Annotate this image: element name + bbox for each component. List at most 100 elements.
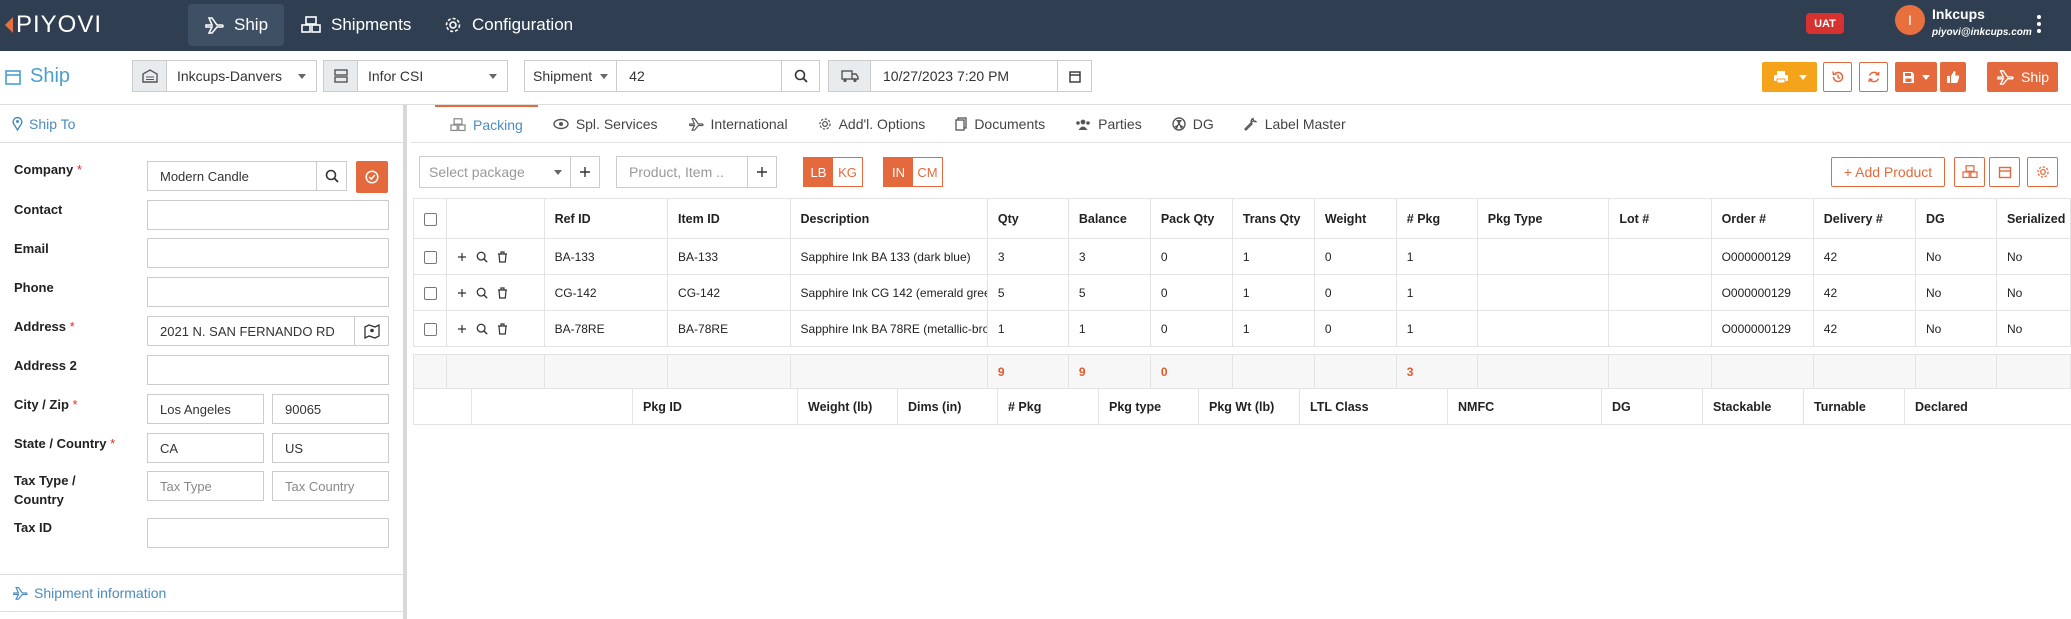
column-header[interactable]: Serialized (1995, 198, 2071, 239)
tab-special-services[interactable]: Spl. Services (538, 105, 673, 143)
cell-pkg[interactable]: 1 (1395, 238, 1478, 275)
add-package-button[interactable] (570, 156, 600, 188)
tab-parties[interactable]: Parties (1060, 105, 1157, 143)
address2-input[interactable] (147, 355, 389, 385)
user-avatar[interactable]: I (1895, 5, 1925, 35)
column-header[interactable]: DG (1915, 198, 1997, 239)
ship-button[interactable]: Ship (1987, 62, 2058, 92)
column-header[interactable]: # Pkg (997, 388, 1099, 425)
calendar-button[interactable] (1057, 61, 1091, 91)
column-header[interactable]: Pkg Wt (lb) (1198, 388, 1300, 425)
table-row[interactable]: BA-78RE BA-78RE Sapphire Ink BA 78RE (me… (412, 310, 2071, 347)
cell-trans-qty[interactable]: 1 (1231, 310, 1315, 347)
ship-date-picker[interactable]: 10/27/2023 7:20 PM (828, 60, 1092, 92)
search-icon[interactable] (476, 287, 489, 299)
shipment-info-header[interactable]: Shipment information (0, 574, 403, 612)
column-header[interactable]: Pack Qty (1149, 198, 1233, 239)
erp-select[interactable]: Infor CSI (323, 60, 508, 92)
search-icon[interactable] (476, 251, 489, 263)
trash-icon[interactable] (497, 286, 508, 299)
save-button[interactable] (1895, 62, 1937, 92)
search-button[interactable] (781, 61, 819, 91)
tab-documents[interactable]: Documents (940, 105, 1060, 143)
city-input[interactable]: Los Angeles (147, 394, 264, 424)
cell-pack-qty[interactable]: 0 (1149, 238, 1233, 275)
unit-kg-button[interactable]: KG (833, 158, 862, 186)
phone-input[interactable] (147, 277, 389, 307)
plus-icon[interactable] (457, 252, 467, 262)
column-header[interactable]: Item ID (667, 198, 791, 239)
unit-in-button[interactable]: IN (884, 158, 913, 186)
unit-lb-button[interactable]: LB (804, 158, 833, 186)
table-row[interactable]: CG-142 CG-142 Sapphire Ink CG 142 (emera… (412, 274, 2071, 311)
cell-lot[interactable] (1608, 310, 1712, 347)
column-header[interactable]: DG (1601, 388, 1703, 425)
history-button[interactable] (1823, 62, 1852, 92)
email-input[interactable] (147, 238, 389, 268)
cell-lot[interactable] (1608, 238, 1712, 275)
column-header[interactable]: Weight (lb) (797, 388, 898, 425)
nav-configuration[interactable]: Configuration (428, 4, 589, 46)
cell-pkg-type[interactable] (1476, 238, 1610, 275)
address-input[interactable]: 2021 N. SAN FERNANDO RD (147, 316, 355, 346)
tax-country-input[interactable]: Tax Country (272, 471, 389, 501)
row-checkbox[interactable] (412, 238, 448, 275)
unit-cm-button[interactable]: CM (913, 158, 942, 186)
column-header[interactable]: LTL Class (1299, 388, 1448, 425)
tax-id-input[interactable] (147, 518, 389, 548)
add-product-button[interactable]: + Add Product (1831, 157, 1945, 187)
cell-pkg-type[interactable] (1476, 310, 1610, 347)
row-checkbox[interactable] (412, 274, 448, 311)
add-product-inline-button[interactable] (747, 156, 777, 188)
piyovi-logo[interactable]: PIYOVI (4, 11, 102, 38)
print-button[interactable] (1762, 62, 1817, 92)
column-header[interactable]: Lot # (1608, 198, 1712, 239)
column-header[interactable]: Stackable (1702, 388, 1804, 425)
tax-type-input[interactable]: Tax Type (147, 471, 264, 501)
contact-input[interactable] (147, 200, 389, 230)
column-header[interactable]: Qty (986, 198, 1069, 239)
cell-pack-qty[interactable]: 0 (1149, 274, 1233, 311)
tab-dg[interactable]: DG (1157, 105, 1229, 143)
cell-weight[interactable]: 0 (1313, 310, 1397, 347)
cell-pkg-type[interactable] (1476, 274, 1610, 311)
cell-trans-qty[interactable]: 1 (1231, 238, 1315, 275)
more-menu-icon[interactable] (2036, 15, 2042, 33)
column-header[interactable]: Pkg type (1098, 388, 1199, 425)
tab-packing[interactable]: Packing (435, 105, 538, 143)
trash-icon[interactable] (497, 250, 508, 263)
column-header[interactable]: Ref ID (543, 198, 669, 239)
column-header[interactable]: Declared (1904, 388, 2071, 425)
cell-pkg[interactable]: 1 (1395, 274, 1478, 311)
trash-icon[interactable] (497, 322, 508, 335)
nav-ship[interactable]: Ship (188, 4, 285, 46)
approve-button[interactable] (1940, 62, 1966, 92)
zip-input[interactable]: 90065 (272, 394, 389, 424)
table-row[interactable]: BA-133 BA-133 Sapphire Ink BA 133 (dark … (412, 238, 2071, 275)
column-header[interactable]: Balance (1067, 198, 1151, 239)
address-book-button[interactable] (355, 316, 389, 346)
validate-address-button[interactable] (356, 161, 388, 193)
refresh-button[interactable] (1859, 62, 1888, 92)
company-search-button[interactable] (317, 161, 347, 191)
product-search-input[interactable]: Product, Item .. (616, 156, 748, 188)
column-header[interactable]: Order # (1710, 198, 1814, 239)
company-input[interactable]: Modern Candle (147, 161, 317, 191)
cell-weight[interactable]: 0 (1313, 238, 1397, 275)
cell-trans-qty[interactable]: 1 (1231, 274, 1315, 311)
tab-international[interactable]: International (673, 105, 803, 143)
column-header[interactable]: Description (789, 198, 988, 239)
column-header[interactable]: # Pkg (1395, 198, 1478, 239)
grid-settings-button[interactable] (2027, 157, 2058, 187)
tab-additional-options[interactable]: Add'l. Options (803, 105, 941, 143)
cell-pkg[interactable]: 1 (1395, 310, 1478, 347)
column-header[interactable]: Pkg ID (632, 388, 798, 425)
plus-icon[interactable] (457, 288, 467, 298)
location-select[interactable]: Inkcups-Danvers (132, 60, 317, 92)
ship-to-header[interactable]: Ship To (0, 105, 403, 143)
column-header[interactable]: Turnable (1803, 388, 1905, 425)
country-input[interactable]: US (272, 433, 389, 463)
cell-pack-qty[interactable]: 0 (1149, 310, 1233, 347)
package-product-button[interactable] (1954, 157, 1985, 187)
column-header[interactable]: Weight (1313, 198, 1397, 239)
